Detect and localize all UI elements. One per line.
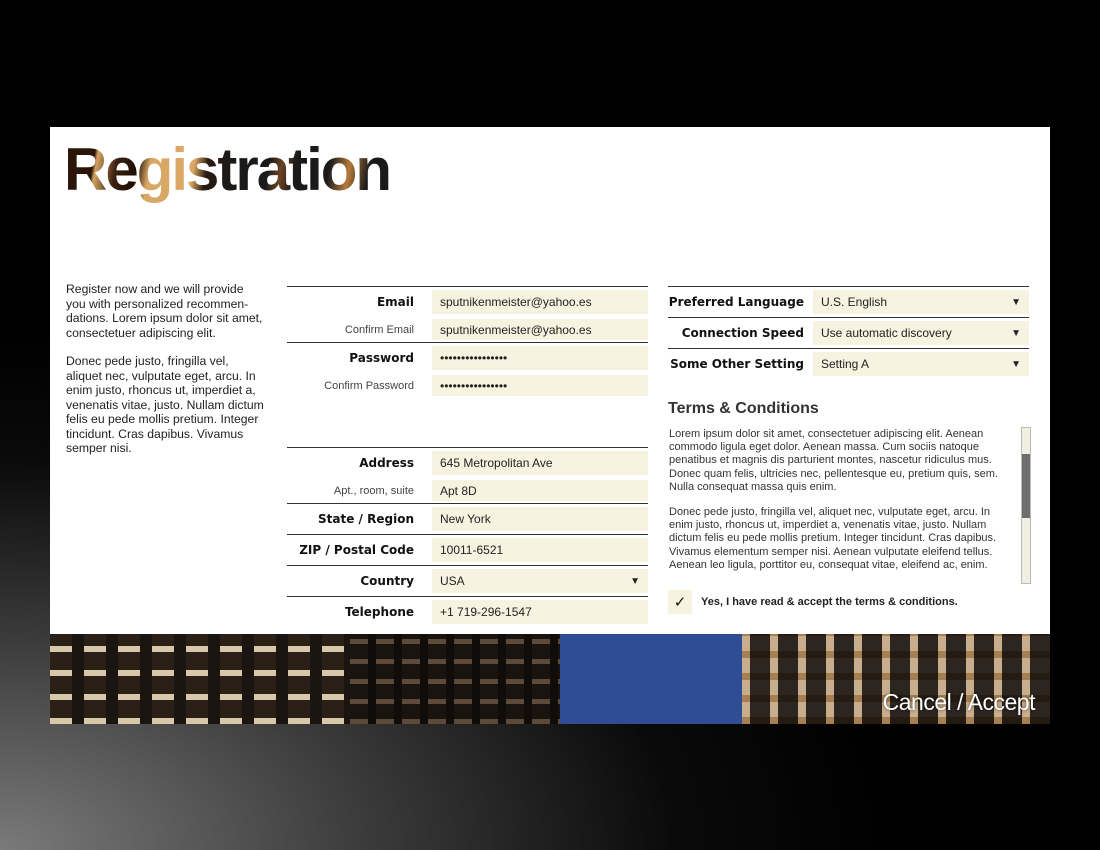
- accept-button[interactable]: Accept: [968, 689, 1036, 715]
- sky-image: [560, 634, 750, 724]
- apt-label: Apt., room, suite: [333, 484, 414, 497]
- building-image: [350, 634, 560, 724]
- state-row: State / Region New York: [287, 503, 648, 534]
- form-actions: Cancel / Accept: [883, 689, 1036, 716]
- address-label: Address: [359, 456, 414, 470]
- account-form: Email sputnikenmeister@yahoo.es Confirm …: [287, 286, 648, 627]
- scrollbar-thumb[interactable]: [1022, 454, 1030, 518]
- terms-text[interactable]: Lorem ipsum dolor sit amet, consectetuer…: [669, 428, 1009, 583]
- apt-field[interactable]: Apt 8D: [432, 480, 648, 501]
- zip-field[interactable]: 10011-6521: [432, 538, 648, 562]
- confirm-email-label: Confirm Email: [344, 323, 414, 336]
- dropdown-arrow-icon: ▼: [1011, 358, 1021, 370]
- accept-terms-row: ✓ Yes, I have read & accept the terms & …: [668, 590, 958, 614]
- speed-label: Connection Speed: [681, 326, 804, 340]
- telephone-field[interactable]: +1 719-296-1547: [432, 600, 648, 624]
- confirm-email-field[interactable]: sputnikenmeister@yahoo.es: [432, 319, 648, 340]
- dropdown-arrow-icon: ▼: [1011, 327, 1021, 339]
- confirm-password-label: Confirm Password: [324, 379, 414, 392]
- intro-paragraph: Register now and we will provide you wit…: [66, 282, 263, 340]
- accept-terms-label[interactable]: Yes, I have read & accept the terms & co…: [701, 596, 958, 608]
- email-label: Email: [376, 295, 414, 309]
- zip-label: ZIP / Postal Code: [299, 543, 414, 557]
- country-select[interactable]: USA ▼: [432, 569, 648, 593]
- accept-terms-checkbox[interactable]: ✓: [668, 590, 692, 614]
- telephone-label: Telephone: [344, 605, 414, 619]
- email-row: Email sputnikenmeister@yahoo.es: [287, 286, 648, 317]
- password-field[interactable]: ••••••••••••••••: [432, 346, 648, 370]
- state-field[interactable]: New York: [432, 507, 648, 531]
- other-setting-select[interactable]: Setting A ▼: [813, 352, 1029, 376]
- language-row: Preferred Language U.S. English ▼: [668, 286, 1029, 317]
- zip-row: ZIP / Postal Code 10011-6521: [287, 534, 648, 565]
- terms-paragraph: Lorem ipsum dolor sit amet, consectetuer…: [669, 428, 998, 493]
- confirm-email-row: Confirm Email sputnikenmeister@yahoo.es: [287, 317, 648, 342]
- other-setting-value: Setting A: [821, 357, 870, 371]
- intro-text: Register now and we will provide you wit…: [66, 282, 266, 470]
- dropdown-arrow-icon: ▼: [1011, 296, 1021, 308]
- terms-paragraph: Donec pede justo, fringilla vel, aliquet…: [669, 506, 997, 571]
- language-label: Preferred Language: [668, 295, 804, 309]
- speed-value: Use automatic discovery: [821, 326, 952, 340]
- registration-panel: Registration Register now and we will pr…: [50, 127, 1050, 634]
- cancel-button[interactable]: Cancel: [883, 689, 952, 715]
- language-value: U.S. English: [821, 295, 888, 309]
- building-image: [50, 634, 350, 724]
- form-spacer: [287, 398, 648, 447]
- intro-paragraph: Donec pede justo, fringilla vel, aliquet…: [66, 354, 264, 455]
- dropdown-arrow-icon: ▼: [630, 575, 640, 587]
- country-value: USA: [440, 574, 465, 588]
- checkmark-icon: ✓: [673, 594, 687, 611]
- speed-row: Connection Speed Use automatic discovery…: [668, 317, 1029, 348]
- password-row: Password ••••••••••••••••: [287, 342, 648, 373]
- email-field[interactable]: sputnikenmeister@yahoo.es: [432, 290, 648, 314]
- other-setting-label: Some Other Setting: [670, 357, 804, 371]
- settings-form: Preferred Language U.S. English ▼ Connec…: [668, 286, 1029, 379]
- terms-heading: Terms & Conditions: [668, 400, 819, 417]
- language-select[interactable]: U.S. English ▼: [813, 290, 1029, 314]
- password-label: Password: [349, 351, 414, 365]
- speed-select[interactable]: Use automatic discovery ▼: [813, 321, 1029, 345]
- address-field[interactable]: 645 Metropolitan Ave: [432, 451, 648, 475]
- telephone-row: Telephone +1 719-296-1547: [287, 596, 648, 627]
- terms-scrollbar[interactable]: [1021, 427, 1031, 584]
- state-label: State / Region: [318, 512, 414, 526]
- confirm-password-field[interactable]: ••••••••••••••••: [432, 375, 648, 396]
- other-setting-row: Some Other Setting Setting A ▼: [668, 348, 1029, 379]
- apt-row: Apt., room, suite Apt 8D: [287, 478, 648, 503]
- confirm-password-row: Confirm Password ••••••••••••••••: [287, 373, 648, 398]
- country-label: Country: [360, 574, 414, 588]
- page-title: Registration: [64, 136, 392, 203]
- address-row: Address 645 Metropolitan Ave: [287, 447, 648, 478]
- actions-separator: /: [951, 689, 968, 715]
- building-photo-banner: Cancel / Accept: [50, 634, 1050, 724]
- country-row: Country USA ▼: [287, 565, 648, 596]
